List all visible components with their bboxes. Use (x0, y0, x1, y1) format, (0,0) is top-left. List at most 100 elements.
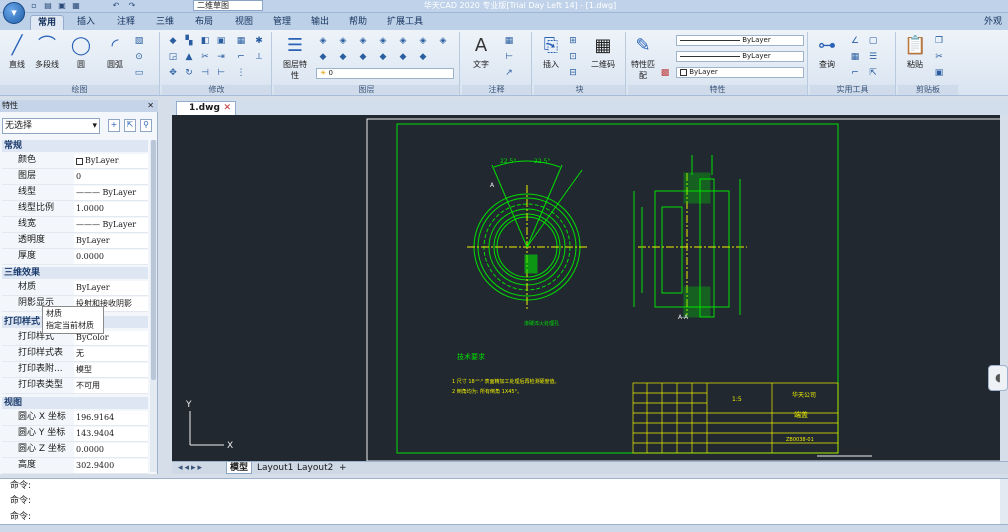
edit-block-icon[interactable]: ⊡ (568, 52, 578, 62)
copy-clip-icon[interactable]: ❐ (934, 36, 944, 46)
layer-merge-icon[interactable]: ◆ (318, 52, 328, 62)
prop-row[interactable]: 圆心 Y 坐标 143.9404 (2, 426, 148, 442)
prop-row[interactable]: 线型比例 1.0000 (2, 201, 148, 217)
section-general[interactable]: 常规 (2, 140, 148, 152)
rectangle-icon[interactable]: ▭ (134, 68, 144, 78)
layer-match-icon[interactable]: ◈ (418, 36, 428, 46)
prop-row[interactable]: 材质 ByLayer (2, 280, 148, 296)
prop-row[interactable]: 厚度 0.0000 (2, 249, 148, 265)
section-view[interactable]: 视图 (2, 397, 148, 409)
layer-freeze-icon[interactable]: ◈ (378, 36, 388, 46)
layer-state-icon[interactable]: ◈ (318, 36, 328, 46)
command-window[interactable]: 命令: 命令: 命令: (0, 478, 1008, 525)
circle-button[interactable]: ◯ 圆 (66, 35, 96, 70)
stretch-icon[interactable]: ▲ (184, 52, 194, 62)
app-menu-button[interactable]: ▾ (3, 2, 25, 24)
attribute-icon[interactable]: ⊟ (568, 68, 578, 78)
copy-base-icon[interactable]: ▣ (934, 68, 944, 78)
layer-thaw-icon[interactable]: ◆ (398, 52, 408, 62)
array-icon[interactable]: ▦ (236, 36, 246, 46)
new-icon[interactable]: ▫ (28, 0, 40, 11)
calculator-icon[interactable]: ▦ (850, 52, 860, 62)
polyline-button[interactable]: ⌒ 多段线 (32, 35, 62, 70)
save-icon[interactable]: ▣ (56, 0, 68, 11)
open-icon[interactable]: ▤ (42, 0, 54, 11)
tab-layout[interactable]: 布局 (188, 15, 220, 30)
select-objects-icon[interactable]: ⇱ (124, 119, 136, 132)
color-palette-icon[interactable]: ▩ (660, 68, 670, 78)
selection-dropdown[interactable]: 无选择 ▾ (2, 118, 100, 134)
align-icon[interactable]: ⋮ (236, 68, 246, 78)
redo-icon[interactable]: ↷ (126, 0, 138, 11)
color-dropdown[interactable]: ByLayer (676, 67, 804, 78)
prop-row[interactable]: 颜色 ByLayer (2, 153, 148, 169)
tab-extensions[interactable]: 扩展工具 (380, 15, 430, 30)
ellipse-icon[interactable]: ⊙ (134, 52, 144, 62)
layer-unlock-icon[interactable]: ◆ (418, 52, 428, 62)
layer-previous-icon[interactable]: ◆ (358, 52, 368, 62)
copy-icon[interactable]: ▚ (184, 36, 194, 46)
text-button[interactable]: A 文字 (466, 35, 496, 70)
extend-icon[interactable]: ⇥ (216, 52, 226, 62)
break-icon[interactable]: ⊣ (200, 68, 210, 78)
layer-delete-icon[interactable]: ◆ (338, 52, 348, 62)
scale-icon[interactable]: ◲ (168, 52, 178, 62)
prop-row[interactable]: 线型 ——— ByLayer (2, 185, 148, 201)
prop-row[interactable]: 透明度 ByLayer (2, 233, 148, 249)
doc-tab-1dwg[interactable]: 1.dwg ✕ (176, 101, 236, 115)
prop-row[interactable]: 图层 0 (2, 169, 148, 185)
arc-button[interactable]: ◜ 圆弧 (100, 35, 130, 70)
select-icon[interactable]: ⇱ (868, 68, 878, 78)
explode-icon[interactable]: ✱ (254, 36, 264, 46)
layer-isolate-icon[interactable]: ◈ (338, 36, 348, 46)
query-button[interactable]: ⊶ 查询 (812, 35, 842, 70)
create-block-icon[interactable]: ⊞ (568, 36, 578, 46)
join-icon[interactable]: ⊢ (216, 68, 226, 78)
close-icon[interactable]: ✕ (223, 102, 231, 115)
move-icon[interactable]: ✥ (168, 68, 178, 78)
table-icon[interactable]: ▦ (504, 36, 514, 46)
layer-dropdown[interactable]: ☀ 0 (316, 68, 454, 79)
prop-row[interactable]: 打印样式表无 (2, 346, 148, 362)
command-prompt[interactable]: 命令: (10, 510, 31, 525)
prop-row[interactable]: 打印表类型 不可用 (2, 378, 148, 394)
tab-help[interactable]: 帮助 (342, 15, 374, 30)
tab-home[interactable]: 常用 (30, 15, 65, 30)
match-properties-button[interactable]: ✎ 特性匹配 (628, 35, 658, 81)
offset-icon[interactable]: ▣ (216, 36, 226, 46)
area-icon[interactable]: ▢ (868, 36, 878, 46)
tab-view[interactable]: 视图 (228, 15, 260, 30)
point-icon[interactable]: ⌐ (850, 68, 860, 78)
print-icon[interactable]: ▦ (70, 0, 82, 11)
properties-scrollbar[interactable] (150, 140, 157, 472)
tab-insert[interactable]: 插入 (70, 15, 102, 30)
tab-add[interactable]: + (336, 462, 350, 474)
linetype-dropdown[interactable]: ByLayer (676, 35, 804, 46)
layer-off-icon[interactable]: ◈ (358, 36, 368, 46)
hatch-icon[interactable]: ▧ (134, 36, 144, 46)
tab-layout2[interactable]: Layout2 (294, 462, 336, 474)
layer-walk-icon[interactable]: ◈ (438, 36, 448, 46)
tab-3d[interactable]: 三维 (149, 15, 181, 30)
workspace-select[interactable]: 二维草图 (193, 0, 263, 11)
line-button[interactable]: ╱ 直线 (2, 35, 32, 70)
command-scrollbar[interactable] (1000, 479, 1008, 525)
mouse-icon[interactable]: ◖ (988, 365, 1008, 391)
layer-lock-icon[interactable]: ◈ (398, 36, 408, 46)
qrcode-button[interactable]: ▦ 二维码 (588, 35, 618, 70)
fillet-icon[interactable]: ⌐ (236, 52, 246, 62)
trim-icon[interactable]: ✂ (200, 52, 210, 62)
section-3d-effects[interactable]: 三维效果 (2, 267, 148, 279)
panel-close-icon[interactable]: ✕ (147, 100, 154, 112)
tab-output[interactable]: 输出 (304, 15, 336, 30)
insert-button[interactable]: ⎘ 插入 (536, 35, 566, 70)
layer-properties-button[interactable]: ☰ 图层特性 (280, 35, 310, 81)
prop-row[interactable]: 打印表附... 模型 (2, 362, 148, 378)
prop-row[interactable]: 圆心 X 坐标 196.9164 (2, 410, 148, 426)
undo-icon[interactable]: ↶ (110, 0, 122, 11)
tab-annotate[interactable]: 注释 (110, 15, 142, 30)
list-icon[interactable]: ☰ (868, 52, 878, 62)
tab-model[interactable]: 模型 (226, 462, 253, 474)
layout-nav-icon[interactable]: ◂◂▸▸ (175, 462, 207, 474)
rotate-icon[interactable]: ↻ (184, 68, 194, 78)
